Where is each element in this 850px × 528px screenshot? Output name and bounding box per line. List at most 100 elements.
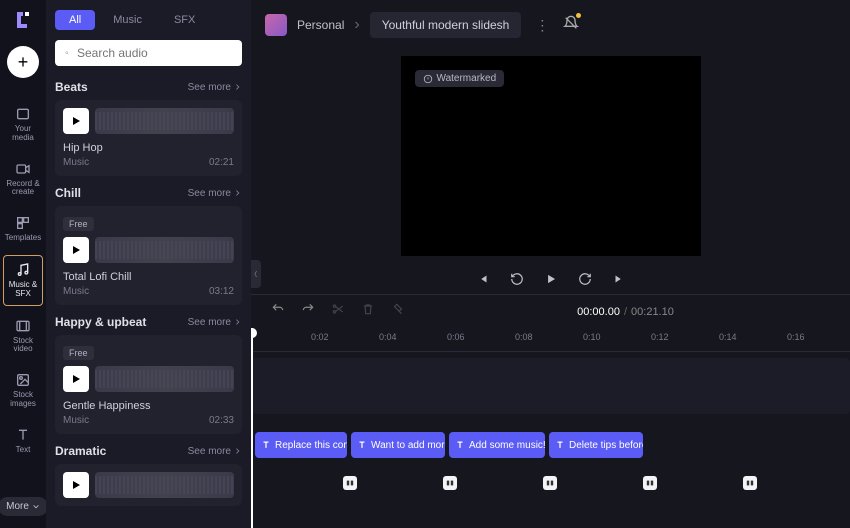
audio-card[interactable] [55, 464, 242, 506]
tracks: Replace this contenWant to add more cAdd… [251, 358, 850, 496]
undo-button[interactable] [271, 302, 285, 321]
split-button[interactable] [331, 302, 345, 321]
rail-label: Your media [3, 125, 43, 143]
forward-button[interactable] [578, 272, 592, 286]
rail-stock-video[interactable]: Stock video [3, 312, 43, 361]
app-logo [11, 8, 35, 32]
transition-marker[interactable] [343, 476, 357, 490]
audio-card[interactable]: FreeGentle HappinessMusic02:33 [55, 335, 242, 434]
project-name[interactable]: Youthful modern slidesh [370, 12, 522, 38]
track-kind: Music [63, 415, 89, 426]
search-input[interactable] [77, 46, 232, 60]
play-preview-button[interactable] [63, 472, 89, 498]
add-button[interactable]: + [7, 46, 39, 78]
text-clip[interactable]: Want to add more c [351, 432, 445, 458]
see-more-link[interactable]: See more [188, 317, 242, 328]
free-tag: Free [63, 217, 94, 231]
see-more-link[interactable]: See more [188, 82, 242, 93]
topbar: Personal › Youthful modern slidesh ⋮ [251, 0, 850, 50]
section-title: Beats [55, 80, 88, 94]
text-clip[interactable]: Replace this conten [255, 432, 347, 458]
play-preview-button[interactable] [63, 108, 89, 134]
tab-all[interactable]: All [55, 10, 95, 30]
audio-panel: All Music SFX Beats See more Hip HopMusic0… [46, 0, 251, 528]
workspace-breadcrumb[interactable]: Personal [297, 18, 344, 32]
text-clip[interactable]: Add some music! N [449, 432, 545, 458]
video-preview[interactable]: Watermarked [401, 56, 701, 256]
time-current: 00:00.00 [577, 306, 620, 318]
track-title: Total Lofi Chill [63, 271, 234, 283]
play-preview-button[interactable] [63, 237, 89, 263]
transition-marker[interactable] [443, 476, 457, 490]
transition-marker[interactable] [643, 476, 657, 490]
rail-record-create[interactable]: Record & create [3, 155, 43, 204]
marker-row [251, 470, 850, 496]
project-menu-button[interactable]: ⋮ [531, 13, 553, 38]
preview-area: Watermarked [251, 50, 850, 262]
transition-marker[interactable] [543, 476, 557, 490]
text-clip-row: Replace this contenWant to add more cAdd… [251, 432, 850, 458]
track-duration: 02:33 [209, 415, 234, 426]
rewind-button[interactable] [510, 272, 524, 286]
watermark-badge: Watermarked [415, 70, 505, 87]
timecode: 00:00.00/00:21.10 [577, 305, 674, 318]
crop-button[interactable] [391, 302, 405, 321]
notifications-muted-icon[interactable] [563, 15, 579, 36]
left-rail: + Your media Record & create Templates M… [0, 0, 46, 528]
info-icon [423, 74, 433, 84]
see-more-link[interactable]: See more [188, 446, 242, 457]
main-area: Personal › Youthful modern slidesh ⋮ Wat… [251, 0, 850, 528]
ruler-tick: 0:12 [651, 332, 669, 342]
rail-label: Text [16, 446, 31, 455]
rail-text[interactable]: Text [3, 421, 43, 461]
waveform [95, 237, 234, 263]
section-title: Chill [55, 186, 81, 200]
watermark-label: Watermarked [437, 73, 497, 84]
waveform [95, 108, 234, 134]
rail-music-sfx[interactable]: Music & SFX [3, 255, 43, 306]
more-button[interactable]: More [0, 497, 48, 516]
workspace-avatar[interactable] [265, 14, 287, 36]
text-clip[interactable]: Delete tips before e [549, 432, 643, 458]
panel-collapse-handle[interactable] [251, 260, 261, 288]
skip-end-button[interactable] [612, 272, 626, 286]
timeline[interactable]: 0:020:040:060:080:100:120:140:16 Replace… [251, 328, 850, 528]
ruler-tick: 0:16 [787, 332, 805, 342]
rail-label: Stock video [3, 337, 43, 355]
chevron-right-icon: › [354, 16, 359, 34]
playhead[interactable] [251, 328, 253, 528]
tab-sfx[interactable]: SFX [160, 10, 209, 30]
play-button[interactable] [544, 272, 558, 286]
ruler-tick: 0:02 [311, 332, 329, 342]
time-ruler[interactable]: 0:020:040:060:080:100:120:140:16 [251, 328, 850, 352]
time-duration: 00:21.10 [631, 306, 674, 318]
search-icon [65, 46, 69, 60]
redo-button[interactable] [301, 302, 315, 321]
track-kind: Music [63, 286, 89, 297]
ruler-tick: 0:06 [447, 332, 465, 342]
transition-marker[interactable] [743, 476, 757, 490]
rail-templates[interactable]: Templates [3, 209, 43, 249]
track-kind: Music [63, 157, 89, 168]
ruler-tick: 0:08 [515, 332, 533, 342]
playback-controls [251, 262, 850, 294]
skip-start-button[interactable] [476, 272, 490, 286]
see-more-link[interactable]: See more [188, 188, 242, 199]
rail-label: Templates [5, 234, 41, 243]
track-duration: 03:12 [209, 286, 234, 297]
delete-button[interactable] [361, 302, 375, 321]
free-tag: Free [63, 346, 94, 360]
audio-card[interactable]: Hip HopMusic02:21 [55, 100, 242, 176]
play-preview-button[interactable] [63, 366, 89, 392]
rail-your-media[interactable]: Your media [3, 100, 43, 149]
rail-stock-images[interactable]: Stock images [3, 366, 43, 415]
audio-card[interactable]: Free Total Lofi Chill Music 03:12 [55, 206, 242, 305]
search-box[interactable] [55, 40, 242, 66]
section-title: Happy & upbeat [55, 315, 146, 329]
tab-music[interactable]: Music [99, 10, 156, 30]
section-title: Dramatic [55, 444, 106, 458]
timeline-toolbar: 00:00.00/00:21.10 [251, 294, 850, 328]
waveform [95, 472, 234, 498]
track-empty[interactable] [251, 358, 850, 414]
rail-label: Record & create [3, 180, 43, 198]
